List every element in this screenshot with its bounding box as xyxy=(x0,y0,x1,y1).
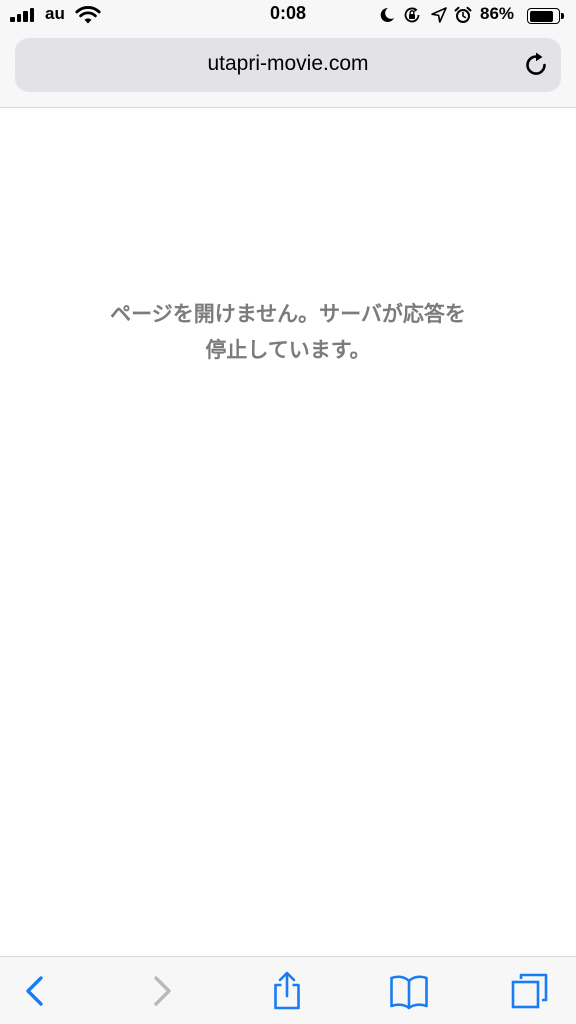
bookmarks-icon[interactable] xyxy=(389,971,429,1011)
share-button[interactable] xyxy=(267,971,307,1011)
location-icon xyxy=(431,7,447,23)
forward-icon[interactable] xyxy=(142,971,182,1011)
forward-button[interactable] xyxy=(142,971,182,1011)
alarm-icon xyxy=(454,6,472,23)
address-bar[interactable]: utapri-movie.com xyxy=(15,38,561,92)
safari-page: au 0:08 86% utapri-movie.com ページを開けません。サ… xyxy=(0,0,576,1024)
battery-percent: 86% xyxy=(480,4,515,23)
error-message: ページを開けません。サーバが応答を 停止しています。 xyxy=(60,296,516,368)
error-message-line-2: 停止しています。 xyxy=(205,338,371,362)
error-message-line-1: ページを開けません。サーバが応答を xyxy=(110,302,466,326)
bottom-toolbar xyxy=(0,956,576,1024)
moon-icon xyxy=(380,7,394,22)
status-bar: au 0:08 86% xyxy=(0,0,576,32)
tabs-icon[interactable] xyxy=(510,971,550,1011)
share-icon[interactable] xyxy=(267,971,307,1011)
rotation-lock-icon xyxy=(404,7,420,23)
battery-icon xyxy=(527,8,560,24)
battery-cap xyxy=(561,13,564,19)
back-icon[interactable] xyxy=(15,971,55,1011)
reload-icon[interactable] xyxy=(523,51,549,79)
battery-level xyxy=(529,10,553,22)
back-button[interactable] xyxy=(15,971,55,1011)
tabs-button[interactable] xyxy=(510,971,550,1011)
top-chrome: au 0:08 86% utapri-movie.com xyxy=(0,0,576,108)
url-text[interactable]: utapri-movie.com xyxy=(15,52,561,76)
bookmarks-button[interactable] xyxy=(389,971,429,1011)
